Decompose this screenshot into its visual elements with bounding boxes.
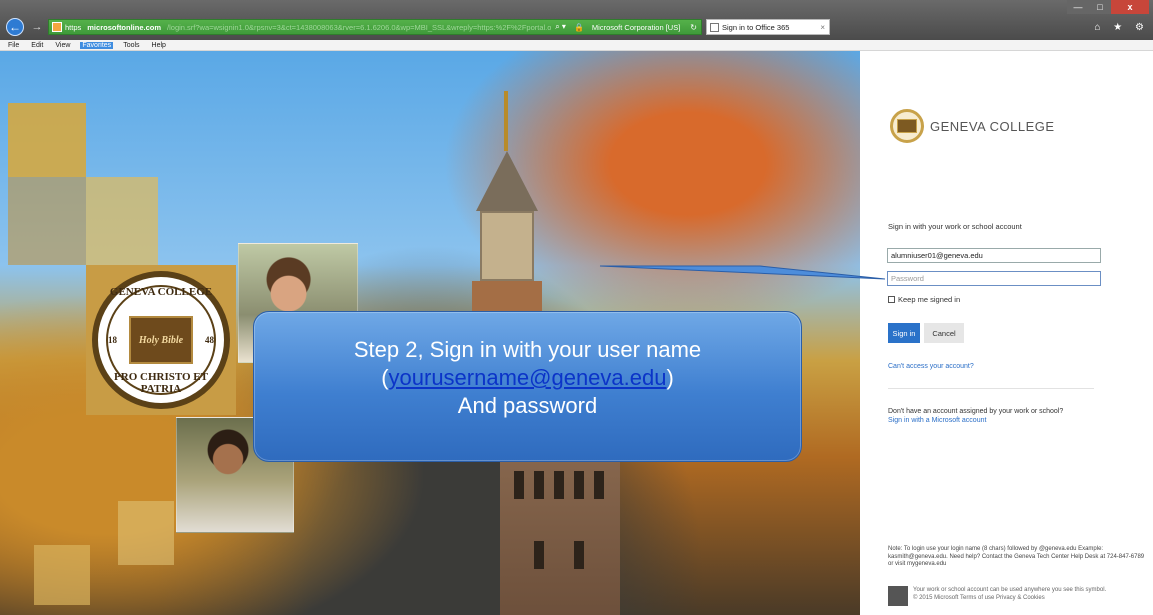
menu-help[interactable]: Help bbox=[150, 42, 168, 49]
page-content: GENEVA COLLEGE 18 Holy Bible 48 PRO CHRI… bbox=[0, 51, 1153, 615]
tab-sign-in[interactable]: Sign in to Office 365 × bbox=[706, 19, 830, 35]
instruction-callout: Step 2, Sign in with your user name (you… bbox=[253, 311, 802, 462]
username-field[interactable]: alumniuser01@geneva.edu bbox=[887, 248, 1101, 263]
lock-icon[interactable]: 🔒 bbox=[574, 23, 584, 32]
tab-favicon-icon bbox=[710, 22, 719, 32]
seal-top-text: GENEVA COLLEGE bbox=[109, 286, 213, 298]
search-dropdown-icon[interactable]: ⌕ ▾ bbox=[555, 22, 566, 32]
decorative-tile bbox=[34, 545, 90, 605]
browser-window: ← → https microsoftonline.com /login.srf… bbox=[0, 0, 1153, 615]
callout-line-2: (yourusername@geneva.edu) bbox=[254, 364, 801, 392]
menu-view[interactable]: View bbox=[53, 42, 72, 49]
address-host: microsoftonline.com bbox=[87, 22, 162, 32]
decorative-tile bbox=[118, 501, 174, 565]
no-account-section: Don't have an account assigned by your w… bbox=[888, 407, 1063, 425]
signin-heading: Sign in with your work or school account bbox=[888, 222, 1022, 231]
seal-motto: PRO CHRISTO ET PATRIA bbox=[114, 371, 208, 395]
tab-title: Sign in to Office 365 bbox=[722, 22, 790, 32]
keep-signed-in-checkbox[interactable]: Keep me signed in bbox=[888, 295, 960, 304]
back-arrow-icon[interactable]: ← bbox=[6, 18, 24, 36]
refresh-icon[interactable]: ↻ bbox=[690, 23, 697, 32]
cant-access-link[interactable]: Can't access your account? bbox=[888, 363, 974, 370]
signin-panel: GENEVA COLLEGE Sign in with your work or… bbox=[860, 51, 1153, 615]
address-protocol: https bbox=[65, 22, 82, 32]
minimize-icon[interactable]: — bbox=[1067, 0, 1089, 14]
footer: Your work or school account can be used … bbox=[888, 586, 1106, 606]
decorative-tile bbox=[8, 177, 86, 265]
callout-close-paren: ) bbox=[666, 365, 674, 390]
geneva-college-seal: GENEVA COLLEGE 18 Holy Bible 48 PRO CHRI… bbox=[92, 271, 230, 409]
geneva-college-logo: GENEVA COLLEGE bbox=[890, 109, 1055, 143]
tab-close-icon[interactable]: × bbox=[820, 23, 825, 32]
college-emblem-icon bbox=[890, 109, 924, 143]
microsoft-account-link[interactable]: Sign in with a Microsoft account bbox=[888, 416, 1063, 425]
divider bbox=[888, 388, 1094, 389]
callout-username-link[interactable]: yourusername@geneva.edu bbox=[389, 365, 667, 390]
window-controls: — □ x bbox=[1067, 0, 1149, 14]
callout-open-paren: ( bbox=[381, 365, 389, 390]
menu-favorites[interactable]: Favorites bbox=[80, 41, 114, 49]
callout-line-1: Step 2, Sign in with your user name bbox=[353, 337, 702, 362]
maximize-icon[interactable]: □ bbox=[1089, 0, 1111, 14]
address-bar[interactable]: https microsoftonline.com /login.srf?wa=… bbox=[48, 19, 702, 35]
address-path: /login.srf?wa=wsignin1.0&rpsnv=3&ct=1438… bbox=[167, 22, 552, 32]
seal-year-right: 48 bbox=[205, 335, 214, 345]
no-account-text: Don't have an account assigned by your w… bbox=[888, 408, 1064, 415]
signin-button[interactable]: Sign in bbox=[888, 323, 920, 343]
login-note: Note: To login use your login name (8 ch… bbox=[888, 546, 1145, 567]
cancel-button[interactable]: Cancel bbox=[924, 323, 964, 343]
close-icon[interactable]: x bbox=[1111, 0, 1149, 14]
checkbox-icon[interactable] bbox=[888, 296, 895, 303]
decorative-tile bbox=[8, 103, 86, 177]
seal-year-left: 18 bbox=[108, 335, 117, 345]
menu-bar: File Edit View Favorites Tools Help bbox=[0, 40, 1153, 51]
menu-edit[interactable]: Edit bbox=[29, 42, 45, 49]
browser-titlebar: ← → https microsoftonline.com /login.srf… bbox=[0, 0, 1153, 40]
footer-symbol-text: Your work or school account can be used … bbox=[913, 587, 1107, 593]
work-account-symbol-icon bbox=[888, 586, 908, 606]
menu-tools[interactable]: Tools bbox=[121, 42, 141, 49]
keep-signed-in-label: Keep me signed in bbox=[898, 295, 961, 304]
callout-line-3: And password bbox=[457, 393, 598, 418]
footer-legal-links[interactable]: © 2015 Microsoft Terms of use Privacy & … bbox=[913, 594, 1106, 602]
forward-arrow-icon[interactable]: → bbox=[28, 18, 46, 36]
decorative-tile bbox=[86, 177, 158, 265]
site-favicon-icon bbox=[52, 22, 62, 32]
college-seal-tile: GENEVA COLLEGE 18 Holy Bible 48 PRO CHRI… bbox=[86, 265, 236, 415]
home-favorites-settings-icons[interactable]: ⌂ ★ ⚙ bbox=[1094, 22, 1149, 33]
password-field[interactable]: Password bbox=[887, 271, 1101, 286]
certificate-label[interactable]: Microsoft Corporation [US] bbox=[592, 23, 686, 32]
menu-file[interactable]: File bbox=[6, 42, 21, 49]
org-name: GENEVA COLLEGE bbox=[930, 118, 1055, 134]
